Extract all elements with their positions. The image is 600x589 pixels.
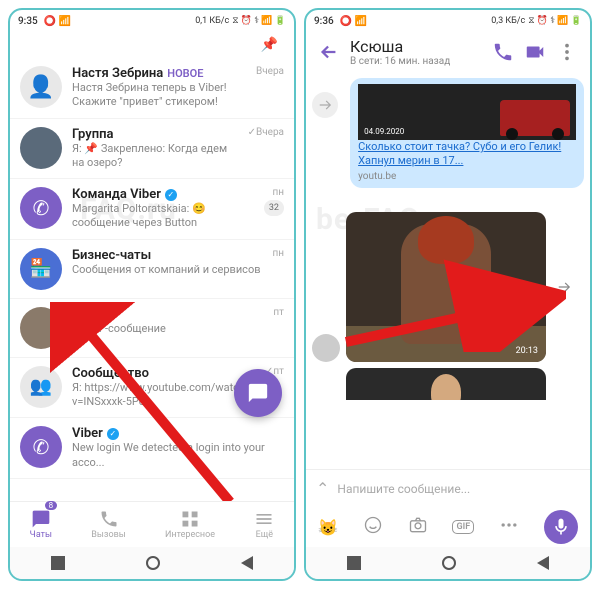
more-icon[interactable] <box>499 515 519 539</box>
forward-icon[interactable] <box>312 92 338 118</box>
voice-call-icon[interactable] <box>492 41 514 63</box>
chat-item-viber[interactable]: ✆ Viber ✓ New login We detected a login … <box>10 418 294 479</box>
avatar <box>312 334 340 362</box>
avatar: ✆ <box>20 426 62 468</box>
chat-title: Viber <box>72 426 103 441</box>
home-button[interactable] <box>442 556 456 570</box>
home-button[interactable] <box>146 556 160 570</box>
android-nav <box>306 547 590 579</box>
chat-title: Команда Viber <box>72 187 161 202</box>
chat-item-business[interactable]: 🏪 Бизнес-чаты Сообщения от компаний и се… <box>10 240 294 299</box>
chat-subtitle: Я: 📌 Закреплено: Когда едем на озеро? <box>72 142 238 171</box>
nav-calls[interactable]: Вызовы <box>91 509 125 540</box>
message-input[interactable]: Напишите сообщение... <box>337 482 580 496</box>
status-right: 0,1 КБ/с ⧖ ⏰ ⚕ 📶 🔋 <box>195 16 286 26</box>
status-time: 9:35 <box>18 16 38 27</box>
link-domain: youtu.be <box>358 171 576 182</box>
message-input-bar: ⌃ Напишите сообщение... <box>306 469 590 507</box>
chat-item-ksyusha[interactable]: Ксюша 😊 GIF-сообщение пт <box>10 299 294 358</box>
avatar: 👥 <box>20 366 62 408</box>
input-toolbar: 😺 GIF <box>306 507 590 547</box>
nav-label: Чаты <box>30 530 52 540</box>
chat-item-viber-team[interactable]: ✆ Команда Viber ✓ Margarita Poltoratskai… <box>10 179 294 240</box>
phone-right: 9:36 ⭕ 📶 0,3 КБ/с ⧖ ⏰ ⚕ 📶 🔋 Ксюша В сети… <box>304 8 592 581</box>
chat-header: Ксюша В сети: 16 мин. назад <box>306 32 590 72</box>
message-link[interactable]: 04.09.2020 Сколько стоит тачка? Субо и е… <box>312 78 584 188</box>
chat-subtitle: Я: https://www.youtube.com/watch?v=INSxx… <box>72 381 255 410</box>
back-button[interactable] <box>537 556 549 570</box>
verified-icon: ✓ <box>107 428 119 440</box>
nav-label: Вызовы <box>91 530 125 540</box>
nav-chats[interactable]: 8 Чаты <box>30 509 52 540</box>
chat-subtitle: Сообщения от компаний и сервисов <box>72 263 262 277</box>
chat-subtitle: Настя Зебрина теперь в Viber! Скажите "п… <box>72 81 246 110</box>
chat-title: Сообщество <box>72 366 149 381</box>
emoji-icon[interactable] <box>363 515 383 539</box>
link-title[interactable]: Сколько стоит тачка? Субо и его Гелик! Х… <box>358 140 576 169</box>
chat-subtitle: 😊 GIF-сообщение <box>72 322 263 336</box>
avatar <box>20 127 62 169</box>
message-gif-2[interactable] <box>346 368 546 400</box>
chat-title: Бизнес-чаты <box>72 248 151 263</box>
forward-icon[interactable] <box>550 273 578 301</box>
back-icon[interactable] <box>318 41 340 63</box>
pin-icon[interactable]: 📌 <box>10 32 294 58</box>
verified-icon: ✓ <box>165 189 177 201</box>
chat-title: Ксюша <box>72 307 115 322</box>
gif-content[interactable]: 20:13 <box>346 212 546 362</box>
new-chat-fab[interactable] <box>234 369 282 417</box>
chat-title: Настя Зебрина <box>72 66 163 81</box>
gif-icon[interactable]: GIF <box>452 520 474 534</box>
menu-icon[interactable] <box>556 41 578 63</box>
nav-badge: 8 <box>45 501 58 510</box>
bottom-nav: 8 Чаты Вызовы Интересное Ещё <box>10 501 294 547</box>
video-call-icon[interactable] <box>524 41 546 63</box>
preview-date: 04.09.2020 <box>364 127 404 136</box>
contact-name[interactable]: Ксюша <box>350 37 482 56</box>
chat-subtitle: New login We detected a login into your … <box>72 441 284 470</box>
avatar: 👤 <box>20 66 62 108</box>
conversation-area[interactable]: berFAQ.ru 04.09.2020 Сколько стоит тачка… <box>306 72 590 469</box>
contact-status: В сети: 16 мин. назад <box>350 56 482 67</box>
nav-label: Интересное <box>165 530 215 540</box>
chat-list: FAQ.ru 📌 👤 Настя Зебрина НОВОЕ Настя Зеб… <box>10 32 294 501</box>
chat-time: пн <box>272 248 284 259</box>
back-button[interactable] <box>241 556 253 570</box>
chat-subtitle: Margarita Poltoratskaia: 😊 сообщение чер… <box>72 202 254 231</box>
chat-item-nastya[interactable]: 👤 Настя Зебрина НОВОЕ Настя Зебрина тепе… <box>10 58 294 119</box>
unread-badge: 32 <box>264 200 284 216</box>
avatar <box>20 307 62 349</box>
status-right: 0,3 КБ/с ⧖ ⏰ ⚕ 📶 🔋 <box>491 16 582 26</box>
phone-left: 9:35 ⭕ 📶 0,1 КБ/с ⧖ ⏰ ⚕ 📶 🔋 FAQ.ru 📌 👤 Н… <box>8 8 296 581</box>
chat-time: ✓Вчера <box>248 127 284 138</box>
avatar: 🏪 <box>20 248 62 290</box>
recents-button[interactable] <box>51 556 65 570</box>
status-bar: 9:36 ⭕ 📶 0,3 КБ/с ⧖ ⏰ ⚕ 📶 🔋 <box>306 10 590 32</box>
chat-item-group[interactable]: Группа Я: 📌 Закреплено: Когда едем на оз… <box>10 119 294 180</box>
avatar: ✆ <box>20 187 62 229</box>
chat-title: Группа <box>72 127 114 142</box>
camera-icon[interactable] <box>408 515 428 539</box>
chat-time: пт <box>273 307 284 318</box>
link-preview-image: 04.09.2020 <box>358 84 576 140</box>
nav-explore[interactable]: Интересное <box>165 509 215 540</box>
android-nav <box>10 547 294 579</box>
nav-more[interactable]: Ещё <box>254 509 274 540</box>
chat-time: Вчера <box>256 66 284 77</box>
chat-time: пн <box>272 187 284 198</box>
message-time: 20:13 <box>516 346 538 356</box>
new-badge: НОВОЕ <box>167 67 203 80</box>
nav-label: Ещё <box>256 530 273 540</box>
mic-button[interactable] <box>544 510 578 544</box>
expand-icon[interactable]: ⌃ <box>316 479 329 498</box>
message-gif[interactable]: 20:13 <box>312 212 584 362</box>
status-bar: 9:35 ⭕ 📶 0,1 КБ/с ⧖ ⏰ ⚕ 📶 🔋 <box>10 10 294 32</box>
status-time: 9:36 <box>314 16 334 27</box>
sticker-icon[interactable]: 😺 <box>318 518 338 537</box>
recents-button[interactable] <box>347 556 361 570</box>
